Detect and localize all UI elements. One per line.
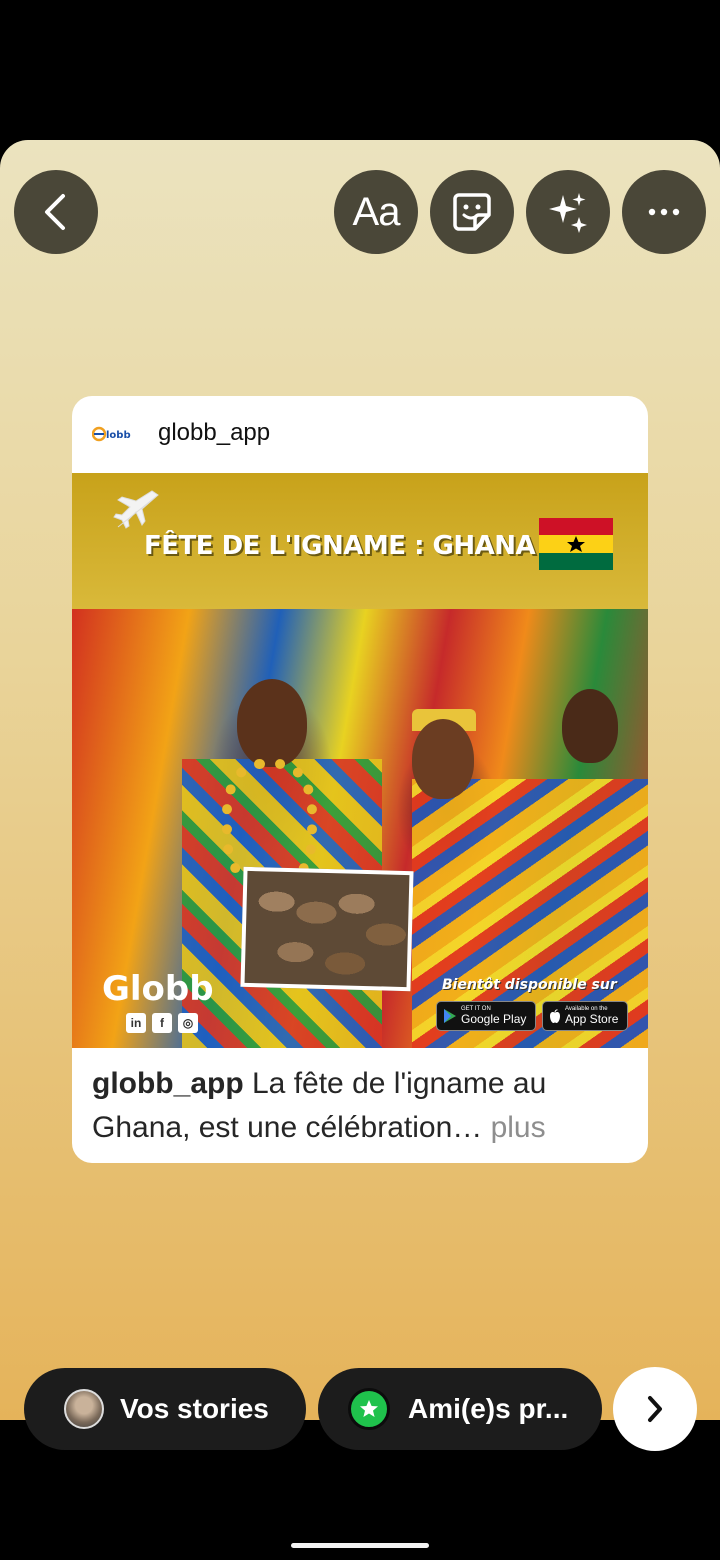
- sparkles-icon: [549, 193, 587, 233]
- google-play-badge: GET IT ON Google Play: [436, 1001, 536, 1031]
- shared-post-card[interactable]: lobb globb_app FÊTE DE L'IGNAME : GHANA: [72, 396, 648, 1163]
- close-friends-star-icon: [348, 1388, 390, 1430]
- more-horizontal-icon: [648, 208, 680, 216]
- queen-mother-figure: [412, 719, 474, 799]
- globb-brand-overlay: Globb: [102, 969, 214, 1009]
- availability-text: Bientôt disponible sur: [442, 977, 617, 993]
- banner-title: FÊTE DE L'IGNAME : GHANA: [144, 531, 536, 561]
- festival-photo: Globb in f ◎ Bientôt disponible sur GET …: [72, 609, 648, 1048]
- home-indicator[interactable]: [291, 1543, 429, 1548]
- svg-text:lobb: lobb: [106, 430, 131, 441]
- sticker-icon: [453, 193, 491, 231]
- app-store-big-text: App Store: [565, 1012, 619, 1026]
- post-username[interactable]: globb_app: [158, 416, 270, 450]
- ghana-flag-icon: [539, 518, 613, 570]
- google-play-big-text: Google Play: [461, 1012, 527, 1026]
- apple-icon: [550, 1008, 560, 1023]
- back-button[interactable]: [14, 170, 98, 254]
- more-options-button[interactable]: [622, 170, 706, 254]
- google-play-icon: [444, 1009, 456, 1023]
- next-button[interactable]: [613, 1367, 697, 1451]
- post-image: FÊTE DE L'IGNAME : GHANA Globb in f ◎ Bi…: [72, 473, 648, 1048]
- text-tool-button[interactable]: Aa: [334, 170, 418, 254]
- avatar: [64, 1389, 104, 1429]
- facebook-icon: f: [152, 1013, 172, 1033]
- linkedin-icon: in: [126, 1013, 146, 1033]
- caption-more-link[interactable]: plus: [482, 1111, 546, 1144]
- close-friends-button[interactable]: Ami(e)s pr...: [318, 1368, 602, 1450]
- chief-figure: [237, 679, 307, 767]
- post-header: lobb globb_app: [72, 396, 648, 472]
- your-stories-label: Vos stories: [120, 1393, 269, 1424]
- your-stories-button[interactable]: Vos stories: [24, 1368, 306, 1450]
- text-tool-label: Aa: [352, 189, 401, 234]
- close-friends-label: Ami(e)s pr...: [408, 1393, 569, 1424]
- post-banner: FÊTE DE L'IGNAME : GHANA: [72, 473, 648, 609]
- effects-button[interactable]: [526, 170, 610, 254]
- attendant-figure: [562, 689, 618, 763]
- yams-inset-photo: [240, 866, 414, 992]
- airplane-icon: [113, 490, 159, 529]
- post-caption: globb_app La fête de l'igname au Ghana, …: [92, 1062, 632, 1150]
- app-store-badge: Available on the App Store: [542, 1001, 628, 1031]
- globb-logo-icon: lobb: [92, 426, 131, 442]
- chevron-right-icon: [648, 1396, 662, 1422]
- instagram-icon: ◎: [178, 1013, 198, 1033]
- chevron-left-icon: [45, 194, 65, 230]
- sticker-button[interactable]: [430, 170, 514, 254]
- social-icons: in f ◎: [126, 1013, 198, 1033]
- caption-username: globb_app: [92, 1067, 244, 1100]
